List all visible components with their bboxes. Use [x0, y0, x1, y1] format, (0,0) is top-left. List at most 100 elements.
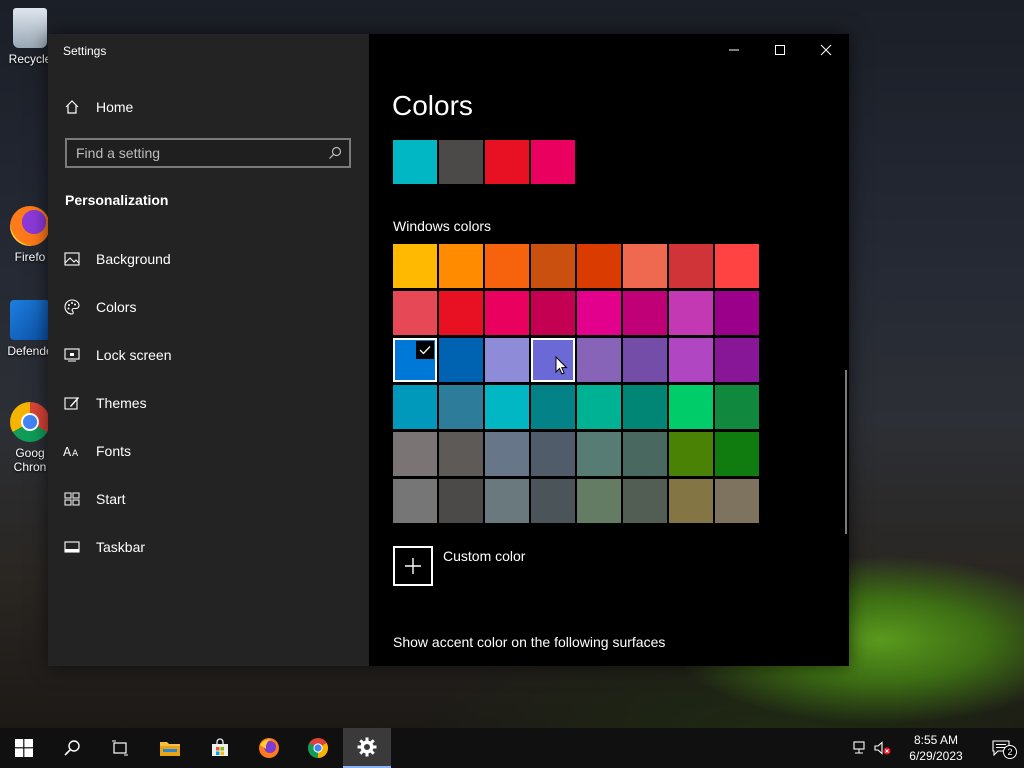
color-swatch[interactable]	[393, 244, 437, 288]
color-swatch[interactable]	[531, 385, 575, 429]
chrome-taskbar-button[interactable]	[294, 728, 342, 768]
recent-color-swatch[interactable]	[439, 140, 483, 184]
sidebar-item-start[interactable]: Start	[48, 479, 369, 519]
store-icon	[212, 738, 228, 756]
maximize-icon	[775, 45, 785, 55]
color-swatch[interactable]	[531, 291, 575, 335]
sidebar-item-colors[interactable]: Colors	[48, 287, 369, 327]
section-heading: Personalization	[65, 192, 169, 208]
sidebar-item-background[interactable]: Background	[48, 239, 369, 279]
nav-home-label: Home	[96, 99, 134, 115]
custom-color-button[interactable]: Custom color	[393, 546, 525, 586]
color-swatch[interactable]	[531, 479, 575, 523]
color-swatch[interactable]	[439, 432, 483, 476]
color-swatch[interactable]	[485, 432, 529, 476]
custom-color-label: Custom color	[443, 548, 526, 564]
color-swatch[interactable]	[485, 338, 529, 382]
close-button[interactable]	[803, 34, 849, 66]
nav-home[interactable]: Home	[48, 87, 369, 127]
color-swatch[interactable]	[715, 244, 759, 288]
minimize-button[interactable]	[711, 34, 757, 66]
color-swatch[interactable]	[393, 479, 437, 523]
color-swatch[interactable]	[485, 479, 529, 523]
color-swatch[interactable]	[485, 385, 529, 429]
color-swatch[interactable]	[669, 432, 713, 476]
windows-colors-label: Windows colors	[393, 218, 492, 234]
brush-icon	[48, 395, 96, 411]
color-swatch[interactable]	[577, 479, 621, 523]
color-swatch[interactable]	[439, 479, 483, 523]
svg-text:A: A	[72, 449, 79, 458]
picture-icon	[48, 252, 96, 266]
color-swatch[interactable]	[577, 338, 621, 382]
volume-muted-icon[interactable]	[872, 728, 894, 768]
start-icon	[48, 492, 96, 506]
settings-window: Settings Home Personalization Background…	[48, 34, 849, 666]
color-swatch[interactable]	[393, 291, 437, 335]
color-swatch[interactable]	[715, 385, 759, 429]
color-swatch[interactable]	[623, 338, 667, 382]
window-title: Settings	[63, 44, 107, 58]
sidebar-item-label: Colors	[96, 299, 137, 315]
color-swatch[interactable]	[439, 338, 483, 382]
color-swatch[interactable]	[439, 385, 483, 429]
maximize-button[interactable]	[757, 34, 803, 66]
color-swatch[interactable]	[715, 291, 759, 335]
plus-icon	[393, 546, 433, 586]
color-swatch[interactable]	[623, 432, 667, 476]
task-view-icon	[112, 740, 128, 756]
color-swatch[interactable]	[669, 338, 713, 382]
color-swatch[interactable]	[623, 244, 667, 288]
color-swatch[interactable]	[623, 291, 667, 335]
color-swatch[interactable]	[715, 338, 759, 382]
color-swatch[interactable]	[715, 479, 759, 523]
color-swatch[interactable]	[393, 432, 437, 476]
color-swatch[interactable]	[669, 244, 713, 288]
sidebar-item-fonts[interactable]: A A Fonts	[48, 431, 369, 471]
task-view-button[interactable]	[96, 728, 144, 768]
color-swatch[interactable]	[485, 244, 529, 288]
file-explorer-button[interactable]	[146, 728, 194, 768]
color-swatch[interactable]	[577, 385, 621, 429]
sidebar-item-themes[interactable]: Themes	[48, 383, 369, 423]
windows-logo-icon	[15, 739, 33, 757]
search-box[interactable]	[65, 138, 351, 168]
close-icon	[820, 44, 832, 56]
color-swatch[interactable]	[531, 244, 575, 288]
color-swatch[interactable]	[669, 385, 713, 429]
recent-color-swatch[interactable]	[485, 140, 529, 184]
chrome-icon	[10, 402, 50, 442]
firefox-taskbar-button[interactable]	[245, 728, 293, 768]
clock[interactable]: 8:55 AM 6/29/2023	[894, 732, 978, 764]
color-swatch[interactable]	[531, 432, 575, 476]
sidebar-item-taskbar[interactable]: Taskbar	[48, 527, 369, 567]
color-swatch[interactable]	[623, 385, 667, 429]
color-swatch[interactable]	[577, 244, 621, 288]
color-swatch[interactable]	[439, 244, 483, 288]
color-swatch[interactable]	[669, 479, 713, 523]
chrome-icon	[308, 738, 328, 758]
color-swatch-selected[interactable]	[393, 338, 437, 382]
color-swatch[interactable]	[577, 291, 621, 335]
search-input[interactable]	[67, 144, 321, 162]
color-swatch[interactable]	[485, 291, 529, 335]
recent-color-swatch[interactable]	[531, 140, 575, 184]
color-swatch[interactable]	[577, 432, 621, 476]
color-swatch[interactable]	[439, 291, 483, 335]
action-center-button[interactable]: 2	[978, 728, 1024, 768]
microsoft-store-button[interactable]	[196, 728, 244, 768]
search-icon[interactable]	[321, 146, 349, 160]
color-swatch[interactable]	[623, 479, 667, 523]
taskbar-search-button[interactable]	[48, 728, 96, 768]
recent-color-swatch[interactable]	[393, 140, 437, 184]
color-swatch[interactable]	[669, 291, 713, 335]
color-swatch[interactable]	[715, 432, 759, 476]
lock-screen-icon	[48, 348, 96, 362]
settings-taskbar-button[interactable]	[343, 728, 391, 768]
network-icon[interactable]	[850, 728, 872, 768]
color-swatch[interactable]	[393, 385, 437, 429]
start-button[interactable]	[0, 728, 48, 768]
accent-surfaces-label: Show accent color on the following surfa…	[393, 634, 666, 650]
scrollbar[interactable]	[845, 370, 847, 534]
sidebar-item-lock-screen[interactable]: Lock screen	[48, 335, 369, 375]
